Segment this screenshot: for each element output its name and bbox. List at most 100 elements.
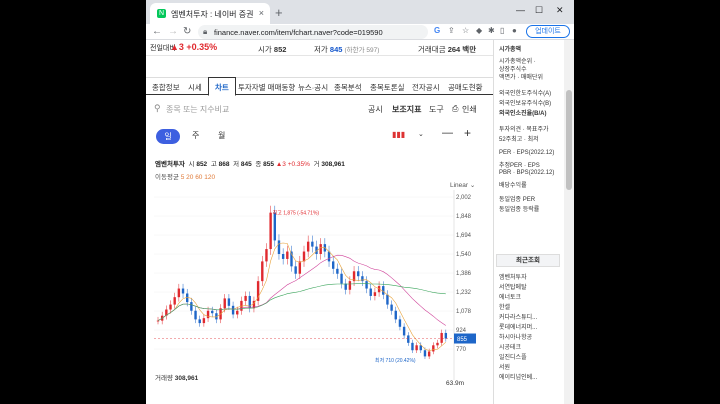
google-icon[interactable]: G — [434, 26, 440, 35]
stock-menu-tabs: 종합정보 시세 차트 투자자별 매매동향 뉴스·공시 종목분석 종목토론실 전자… — [146, 77, 493, 96]
period-day-button[interactable]: 일 — [156, 129, 180, 144]
candle-body — [344, 283, 347, 290]
new-tab-icon[interactable]: + — [275, 5, 283, 20]
recent-item[interactable]: 서연탑메탈 — [499, 282, 527, 291]
back-icon[interactable]: ← — [152, 26, 162, 37]
profile-avatar-icon[interactable]: ● — [512, 26, 517, 35]
chart-toolbar: ⚲ 종목 또는 지수비교 공시 보조지표 도구 ⎙ 인쇄 — [146, 101, 493, 117]
indicator-button[interactable]: 보조지표 — [392, 104, 421, 115]
candle-body — [177, 288, 181, 298]
recent-item[interactable]: 하시아나항공 — [499, 332, 532, 341]
recent-item[interactable]: 한셀 — [499, 302, 510, 311]
update-button[interactable]: 업데이트 — [526, 25, 570, 38]
tab-news[interactable]: 뉴스·공시 — [298, 82, 328, 93]
candle-body — [427, 351, 431, 357]
candle-body — [394, 310, 397, 320]
candle-body — [206, 310, 210, 319]
candle-body — [415, 345, 418, 351]
recent-item[interactable]: 시공테크 — [499, 342, 521, 351]
candle-body — [173, 297, 176, 305]
candle-body — [390, 304, 393, 311]
tab-short-selling[interactable]: 공매도현황 — [448, 82, 483, 93]
tab-e-disclosure[interactable]: 전자공시 — [412, 82, 440, 93]
candle-body — [402, 326, 406, 336]
q-open-label: 시 — [188, 161, 195, 168]
period-month-button[interactable]: 월 — [218, 130, 225, 141]
tab-investor-trends[interactable]: 투자자별 매매동향 — [238, 82, 295, 93]
candle-body — [398, 319, 402, 327]
browser-tab[interactable]: N 엠벤처투자 : 네이버 증권 × — [150, 3, 270, 24]
tab-title: 엠벤처투자 : 네이버 증권 — [171, 10, 254, 19]
tab-quotes[interactable]: 시세 — [188, 82, 202, 93]
tab-chart[interactable]: 차트 — [208, 77, 236, 96]
candle-body — [407, 335, 410, 343]
candle-body — [231, 305, 235, 315]
candle-body — [281, 254, 285, 259]
low-value: 845 — [329, 45, 343, 54]
info-item: PER · EPS(2022.12) — [499, 150, 555, 156]
candle-body — [436, 342, 439, 346]
extensions-puzzle-icon[interactable]: ✱ — [488, 26, 495, 35]
print-button[interactable]: 인쇄 — [462, 104, 477, 115]
bookmark-star-icon[interactable]: ☆ — [462, 26, 469, 35]
recent-viewed-header: 최근조회 — [496, 254, 560, 267]
recent-item[interactable]: 에이티넘인베... — [499, 372, 537, 381]
period-selector: 일 주 월 ▮▮▮ ⌄ — + — [146, 126, 493, 147]
vol-label: 거래량 — [155, 375, 173, 382]
recent-item[interactable]: 에너토크 — [499, 292, 521, 301]
compare-search-input[interactable]: 종목 또는 지수비교 — [166, 104, 229, 115]
moving-average-line — [157, 283, 446, 321]
low-label: 저가 — [314, 45, 328, 54]
tab-close-icon[interactable]: × — [259, 8, 264, 18]
scale-type-select[interactable]: Linear ⌄ — [450, 181, 475, 189]
maximize-icon[interactable]: ☐ — [535, 5, 543, 16]
scrollbar-thumb[interactable] — [566, 90, 572, 190]
reload-icon[interactable]: ↻ — [183, 26, 191, 37]
recent-item[interactable]: 엠벤처투자 — [499, 272, 527, 281]
recent-item[interactable]: 롯데에너지머... — [499, 322, 537, 331]
print-icon[interactable]: ⎙ — [452, 104, 458, 114]
candle-body — [327, 251, 331, 262]
price-change: ▲3 +0.35% — [170, 42, 218, 52]
info-item: 액면가 · 매매단위 — [499, 75, 543, 81]
tab-discussion[interactable]: 종목토론실 — [370, 82, 405, 93]
period-week-button[interactable]: 주 — [192, 130, 199, 141]
candle-body — [311, 241, 314, 247]
candle-type-icon[interactable]: ▮▮▮ — [392, 130, 405, 139]
price-chart[interactable]: 2,002 1,848 1,694 1,540 1,386 1,232 1,078 924 77… — [154, 190, 477, 380]
open-price: 시가 852 — [258, 44, 286, 55]
info-item: 배당수익률 — [499, 183, 527, 189]
disclosure-button[interactable]: 공시 — [368, 104, 383, 115]
recent-item[interactable]: 서원 — [499, 362, 510, 371]
share-icon[interactable]: ⇪ — [448, 26, 455, 35]
y-tick-label: 1,694 — [456, 233, 472, 239]
limit-down: (하한가 597) — [344, 47, 380, 54]
candle-body — [277, 240, 281, 254]
candle-body — [211, 310, 214, 314]
q-high-value: 868 — [218, 161, 230, 168]
candle-body — [373, 292, 377, 296]
q-volume-value: 308,961 — [321, 161, 345, 168]
recent-item[interactable]: 커다라스튜디... — [499, 312, 537, 321]
window-close-icon[interactable]: ✕ — [556, 5, 564, 16]
forward-icon[interactable]: → — [168, 26, 178, 37]
candle-body — [411, 342, 414, 351]
zoom-out-icon[interactable]: — — [442, 127, 453, 139]
recent-item[interactable]: 일진디스플 — [499, 352, 527, 361]
q-open-value: 852 — [196, 161, 208, 168]
tab-overview[interactable]: 종합정보 — [152, 82, 180, 93]
zoom-in-icon[interactable]: + — [464, 126, 471, 140]
sidepanel-icon[interactable]: ▯ — [500, 26, 504, 35]
ma-periods: 5 20 60 120 — [180, 174, 216, 181]
min-price-annotation: 최저 710 (20.42%) — [375, 357, 416, 364]
tools-button[interactable]: 도구 — [429, 104, 444, 115]
tab-analysis[interactable]: 종목분석 — [334, 82, 362, 93]
extension-icon[interactable]: ◆ — [476, 26, 482, 35]
minimize-icon[interactable]: — — [516, 5, 525, 15]
trade-amount: 거래대금 264 백만 — [418, 44, 476, 55]
amount-value: 264 백만 — [447, 45, 477, 54]
url-field[interactable]: 🔒︎ finance.naver.com/item/fchart.naver?c… — [198, 25, 428, 39]
url-text: finance.naver.com/item/fchart.naver?code… — [214, 28, 383, 37]
candle-body — [169, 304, 172, 310]
chevron-down-icon[interactable]: ⌄ — [418, 130, 424, 138]
